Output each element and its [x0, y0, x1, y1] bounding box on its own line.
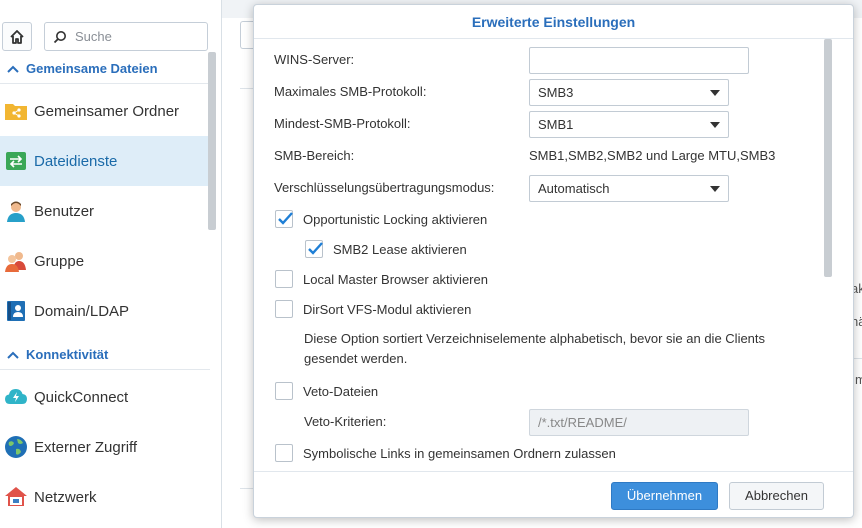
wins-server-input[interactable]: [529, 47, 749, 74]
section-label: Konnektivität: [26, 347, 109, 362]
home-button[interactable]: [2, 22, 32, 51]
sidebar-item-external-access[interactable]: Externer Zugriff: [0, 422, 208, 472]
background-text: m: [855, 372, 862, 387]
section-shared-files[interactable]: Gemeinsame Dateien: [0, 54, 210, 84]
divider: [854, 358, 862, 359]
chevron-up-icon: [7, 351, 19, 359]
veto-files-label: Veto-Dateien: [303, 383, 379, 399]
sidebar-item-label: Domain/LDAP: [34, 302, 130, 320]
sidebar-item-label: Netzwerk: [34, 488, 97, 506]
dropdown-arrow-icon: [710, 122, 720, 128]
section-connectivity[interactable]: Konnektivität: [0, 340, 210, 370]
veto-criteria-input[interactable]: /*.txt/README/: [529, 409, 749, 436]
home-icon: [10, 29, 24, 44]
sidebar-scrollbar[interactable]: [208, 52, 216, 230]
local-master-browser-label: Local Master Browser aktivieren: [303, 271, 488, 287]
wins-server-label: WINS-Server:: [274, 52, 355, 67]
sidebar-item-label: QuickConnect: [34, 388, 129, 406]
dialog-scrollbar[interactable]: [824, 39, 832, 277]
local-master-browser-option[interactable]: Local Master Browser aktivieren: [275, 268, 488, 290]
group-icon: [5, 252, 26, 272]
min-smb-select[interactable]: SMB1: [529, 111, 729, 138]
shared-folder-icon: [5, 104, 27, 120]
veto-criteria-label: Veto-Kriterien:: [304, 414, 387, 429]
sidebar-item-group[interactable]: Gruppe: [0, 236, 208, 286]
max-smb-value: SMB3: [538, 85, 574, 100]
dropdown-arrow-icon: [710, 90, 720, 96]
sidebar-item-quickconnect[interactable]: QuickConnect: [0, 372, 208, 422]
sidebar-item-label: Benutzer: [34, 202, 95, 220]
dirsort-label: DirSort VFS-Modul aktivieren: [303, 301, 472, 317]
veto-files-checkbox[interactable]: [275, 382, 293, 400]
user-icon: [7, 201, 25, 222]
checkmark-icon: [278, 212, 293, 225]
dialog-footer: Übernehmen Abbrechen: [254, 471, 853, 517]
sidebar-item-shared-folder[interactable]: Gemeinsamer Ordner: [0, 86, 208, 136]
dialog-body: WINS-Server: Maximales SMB-Protokoll: SM…: [254, 39, 853, 469]
local-master-browser-checkbox[interactable]: [275, 270, 293, 288]
network-icon: [5, 487, 27, 506]
symlinks-option[interactable]: Symbolische Links in gemeinsamen Ordnern…: [275, 442, 616, 464]
chevron-up-icon: [7, 65, 19, 73]
quickconnect-icon: [5, 389, 27, 404]
apply-button[interactable]: Übernehmen: [611, 482, 718, 510]
checkmark-icon: [308, 242, 323, 255]
sidebar-item-label: Gruppe: [34, 252, 85, 270]
dialog-title: Erweiterte Einstellungen: [254, 5, 853, 39]
smb2-lease-option[interactable]: SMB2 Lease aktivieren: [305, 238, 467, 260]
sidebar: Gemeinsame Dateien Gemeinsamer Ordner Da…: [0, 0, 222, 528]
cancel-button[interactable]: Abbrechen: [729, 482, 824, 510]
min-smb-label: Mindest-SMB-Protokoll:: [274, 116, 411, 131]
veto-files-option[interactable]: Veto-Dateien: [275, 380, 378, 402]
smb2-lease-label: SMB2 Lease aktivieren: [333, 241, 467, 257]
smb-range-value: SMB1,SMB2,SMB2 und Large MTU,SMB3: [529, 148, 776, 163]
search-input[interactable]: [73, 28, 203, 45]
symlinks-checkbox[interactable]: [275, 444, 293, 462]
smb2-lease-checkbox[interactable]: [305, 240, 323, 258]
sidebar-item-network[interactable]: Netzwerk: [0, 472, 208, 522]
symlinks-label: Symbolische Links in gemeinsamen Ordnern…: [303, 445, 616, 461]
encryption-mode-label: Verschlüsselungsübertragungsmodus:: [274, 180, 495, 195]
sidebar-item-label: Externer Zugriff: [34, 438, 138, 456]
file-services-icon: [6, 152, 26, 170]
min-smb-value: SMB1: [538, 117, 574, 132]
encryption-mode-value: Automatisch: [538, 181, 610, 196]
oplocks-label: Opportunistic Locking aktivieren: [303, 211, 488, 227]
sidebar-item-domain-ldap[interactable]: Domain/LDAP: [0, 286, 208, 336]
oplocks-option[interactable]: Opportunistic Locking aktivieren: [275, 208, 487, 230]
max-smb-select[interactable]: SMB3: [529, 79, 729, 106]
search-box[interactable]: [44, 22, 208, 51]
dirsort-description: Diese Option sortiert Verzeichniselement…: [304, 331, 766, 366]
sidebar-item-label: Gemeinsamer Ordner: [34, 102, 180, 120]
domain-ldap-icon: [7, 301, 25, 321]
encryption-mode-select[interactable]: Automatisch: [529, 175, 729, 202]
smb-range-label: SMB-Bereich:: [274, 148, 355, 163]
oplocks-checkbox[interactable]: [275, 210, 293, 228]
search-icon: [53, 30, 66, 43]
dirsort-option[interactable]: DirSort VFS-Modul aktivieren: [275, 298, 471, 320]
sidebar-item-file-services[interactable]: Dateidienste: [0, 136, 208, 186]
max-smb-label: Maximales SMB-Protokoll:: [274, 84, 427, 99]
sidebar-item-label: Dateidienste: [34, 152, 118, 170]
dropdown-arrow-icon: [710, 186, 720, 192]
advanced-settings-dialog: Erweiterte Einstellungen WINS-Server: Ma…: [253, 4, 854, 518]
section-label: Gemeinsame Dateien: [26, 61, 158, 76]
sidebar-item-user[interactable]: Benutzer: [0, 186, 208, 236]
dirsort-checkbox[interactable]: [275, 300, 293, 318]
globe-icon: [5, 436, 27, 458]
